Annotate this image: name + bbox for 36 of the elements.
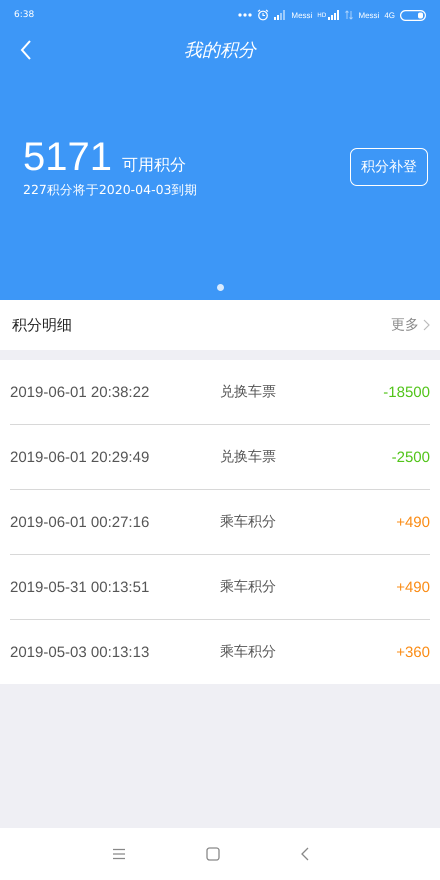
battery-icon (400, 10, 426, 20)
points-value: 5171 (23, 135, 112, 179)
points-label: 可用积分 (122, 155, 186, 176)
more-link[interactable]: 更多 (391, 316, 430, 334)
record-type: 乘车积分 (220, 513, 277, 531)
signal-icon (274, 10, 286, 20)
network-type: 4G (384, 10, 395, 20)
record-time: 2019-05-31 00:13:51 (10, 578, 150, 596)
record-time: 2019-05-03 00:13:13 (10, 644, 150, 660)
chevron-icon (423, 319, 430, 331)
alarm-icon (257, 9, 270, 21)
points-makeup-button[interactable]: 积分补登 (350, 148, 428, 186)
record-amount: -2500 (392, 448, 430, 466)
section-title: 积分明细 (12, 316, 72, 334)
menu-icon[interactable] (112, 848, 126, 860)
record-amount: +360 (396, 644, 430, 660)
record-amount: +490 (396, 514, 430, 530)
record-amount: +490 (396, 578, 430, 596)
home-icon[interactable] (206, 847, 220, 861)
carrier-name: Messi (358, 10, 380, 20)
page-title: 我的积分 (184, 39, 256, 62)
more-dots-icon (238, 13, 252, 17)
record-type: 兑换车票 (220, 383, 277, 401)
record-amount: -18500 (383, 384, 430, 400)
record-time: 2019-06-01 20:29:49 (10, 448, 150, 466)
carrier-name: Messi (291, 10, 312, 20)
back-icon[interactable] (300, 847, 308, 861)
signal-icon (328, 10, 340, 20)
record-type: 兑换车票 (220, 448, 277, 466)
record-type: 乘车积分 (220, 643, 277, 661)
record-time: 2019-06-01 20:38:22 (10, 384, 150, 400)
record-type: 乘车积分 (220, 578, 277, 596)
record-time: 2019-06-01 00:27:16 (10, 514, 150, 530)
status-time: 6:38 (14, 10, 34, 20)
expiry-note: 227积分将于2020-04-03到期 (23, 182, 198, 199)
data-arrows-icon (345, 10, 354, 20)
